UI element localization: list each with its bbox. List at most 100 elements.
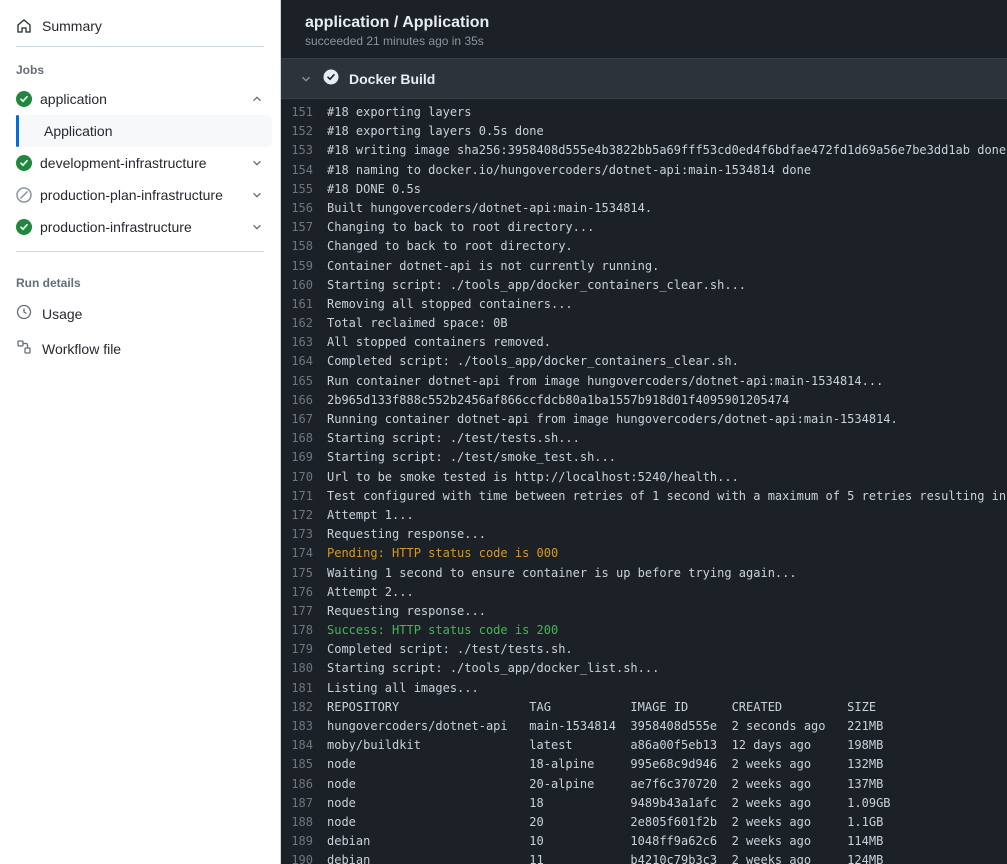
- log-text: All stopped containers removed.: [327, 333, 1007, 352]
- line-number: 173: [281, 525, 327, 544]
- step-header[interactable]: Docker Build: [281, 58, 1007, 99]
- line-number: 176: [281, 583, 327, 602]
- status-icon: [16, 155, 32, 171]
- log-text: Attempt 1...: [327, 506, 1007, 525]
- log-line: 1662b965d133f888c552b2456af866ccfdcb80a1…: [281, 391, 1007, 410]
- log-line: 173Requesting response...: [281, 525, 1007, 544]
- step-name: Docker Build: [349, 71, 435, 87]
- log-line: 158Changed to back to root directory.: [281, 237, 1007, 256]
- sub-job-row[interactable]: Application: [16, 115, 272, 147]
- job-row[interactable]: development-infrastructure: [8, 147, 272, 179]
- line-number: 153: [281, 141, 327, 160]
- line-number: 184: [281, 736, 327, 755]
- log-line: 155#18 DONE 0.5s: [281, 180, 1007, 199]
- job-row[interactable]: application: [8, 83, 272, 115]
- log-line: 165Run container dotnet-api from image h…: [281, 372, 1007, 391]
- log-text: debian 10 1048ff9a62c6 2 weeks ago 114MB: [327, 832, 1007, 851]
- line-number: 159: [281, 257, 327, 276]
- summary-label: Summary: [42, 18, 102, 34]
- log-line: 161Removing all stopped containers...: [281, 295, 1007, 314]
- log-line: 153#18 writing image sha256:3958408d555e…: [281, 141, 1007, 160]
- job-label: production-plan-infrastructure: [40, 187, 242, 203]
- log-line: 152#18 exporting layers 0.5s done: [281, 122, 1007, 141]
- log-line: 181Listing all images...: [281, 679, 1007, 698]
- log-line: 167Running container dotnet-api from ima…: [281, 410, 1007, 429]
- run-header: application / Application succeeded 21 m…: [281, 0, 1007, 58]
- log-text: node 18-alpine 995e68c9d946 2 weeks ago …: [327, 755, 1007, 774]
- line-number: 164: [281, 352, 327, 371]
- log-line: 174Pending: HTTP status code is 000: [281, 544, 1007, 563]
- line-number: 163: [281, 333, 327, 352]
- job-label: production-infrastructure: [40, 219, 242, 235]
- check-circle-icon: [323, 69, 339, 88]
- log-line: 151#18 exporting layers: [281, 103, 1007, 122]
- job-row[interactable]: production-infrastructure: [8, 211, 272, 243]
- line-number: 156: [281, 199, 327, 218]
- run-details-label: Workflow file: [42, 341, 121, 357]
- chevron-icon: [250, 188, 264, 202]
- log-line: 178Success: HTTP status code is 200: [281, 621, 1007, 640]
- run-details-item[interactable]: Workflow file: [0, 331, 280, 366]
- run-status-line: succeeded 21 minutes ago in 35s: [305, 34, 983, 48]
- log-text: Listing all images...: [327, 679, 1007, 698]
- log-text: node 20 2e805f601f2b 2 weeks ago 1.1GB: [327, 813, 1007, 832]
- log-text: Url to be smoke tested is http://localho…: [327, 468, 1007, 487]
- log-line: 157Changing to back to root directory...: [281, 218, 1007, 237]
- log-output[interactable]: 151#18 exporting layers152#18 exporting …: [281, 99, 1007, 864]
- log-text: Requesting response...: [327, 602, 1007, 621]
- log-line: 159Container dotnet-api is not currently…: [281, 257, 1007, 276]
- line-number: 172: [281, 506, 327, 525]
- line-number: 155: [281, 180, 327, 199]
- log-line: 184moby/buildkit latest a86a00f5eb13 12 …: [281, 736, 1007, 755]
- log-text: Success: HTTP status code is 200: [327, 621, 1007, 640]
- line-number: 166: [281, 391, 327, 410]
- log-line: 179Completed script: ./test/tests.sh.: [281, 640, 1007, 659]
- log-line: 187node 18 9489b43a1afc 2 weeks ago 1.09…: [281, 794, 1007, 813]
- run-details-item[interactable]: Usage: [0, 296, 280, 331]
- log-text: Waiting 1 second to ensure container is …: [327, 564, 1007, 583]
- chevron-icon: [250, 156, 264, 170]
- log-text: Completed script: ./test/tests.sh.: [327, 640, 1007, 659]
- log-text: Changing to back to root directory...: [327, 218, 1007, 237]
- log-text: Total reclaimed space: 0B: [327, 314, 1007, 333]
- sidebar: Summary Jobs applicationApplicationdevel…: [0, 0, 281, 864]
- log-text: Pending: HTTP status code is 000: [327, 544, 1007, 563]
- log-text: Starting script: ./test/smoke_test.sh...: [327, 448, 1007, 467]
- line-number: 187: [281, 794, 327, 813]
- log-line: 169Starting script: ./test/smoke_test.sh…: [281, 448, 1007, 467]
- log-line: 172Attempt 1...: [281, 506, 1007, 525]
- log-line: 171Test configured with time between ret…: [281, 487, 1007, 506]
- log-line: 185node 18-alpine 995e68c9d946 2 weeks a…: [281, 755, 1007, 774]
- line-number: 160: [281, 276, 327, 295]
- log-text: #18 DONE 0.5s: [327, 180, 1007, 199]
- log-line: 154#18 naming to docker.io/hungovercoder…: [281, 161, 1007, 180]
- log-text: Attempt 2...: [327, 583, 1007, 602]
- line-number: 168: [281, 429, 327, 448]
- log-line: 160Starting script: ./tools_app/docker_c…: [281, 276, 1007, 295]
- log-text: debian 11 b4210c79b3c3 2 weeks ago 124MB: [327, 851, 1007, 864]
- line-number: 158: [281, 237, 327, 256]
- line-number: 165: [281, 372, 327, 391]
- log-pane: application / Application succeeded 21 m…: [281, 0, 1007, 864]
- log-line: 177Requesting response...: [281, 602, 1007, 621]
- line-number: 151: [281, 103, 327, 122]
- job-row[interactable]: production-plan-infrastructure: [8, 179, 272, 211]
- log-text: #18 naming to docker.io/hungovercoders/d…: [327, 161, 1007, 180]
- log-text: Test configured with time between retrie…: [327, 487, 1007, 506]
- log-line: 189debian 10 1048ff9a62c6 2 weeks ago 11…: [281, 832, 1007, 851]
- line-number: 181: [281, 679, 327, 698]
- summary-link[interactable]: Summary: [16, 10, 264, 47]
- log-text: Removing all stopped containers...: [327, 295, 1007, 314]
- log-text: Starting script: ./tools_app/docker_cont…: [327, 276, 1007, 295]
- line-number: 185: [281, 755, 327, 774]
- log-line: 180Starting script: ./tools_app/docker_l…: [281, 659, 1007, 678]
- run-details-list: Usage Workflow file: [0, 296, 280, 366]
- jobs-list: applicationApplicationdevelopment-infras…: [0, 83, 280, 243]
- line-number: 188: [281, 813, 327, 832]
- log-line: 188node 20 2e805f601f2b 2 weeks ago 1.1G…: [281, 813, 1007, 832]
- line-number: 152: [281, 122, 327, 141]
- line-number: 162: [281, 314, 327, 333]
- line-number: 179: [281, 640, 327, 659]
- line-number: 190: [281, 851, 327, 864]
- log-line: 182REPOSITORY TAG IMAGE ID CREATED SIZE: [281, 698, 1007, 717]
